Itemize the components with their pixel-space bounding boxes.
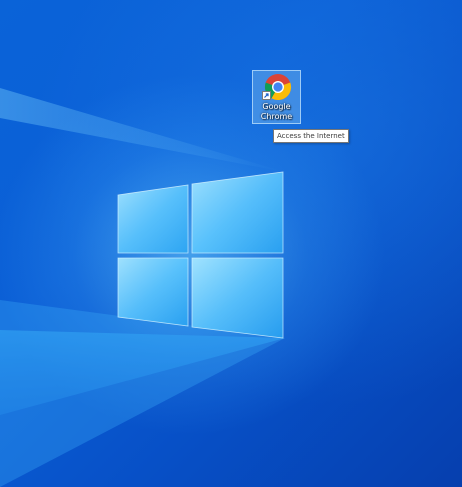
shortcut-arrow-icon — [262, 91, 271, 100]
logo-pane-top-right — [191, 171, 284, 254]
light-beam-upper — [0, 88, 285, 172]
tooltip: Access the Internet — [273, 129, 349, 143]
logo-pane-bottom-right — [191, 257, 284, 339]
logo-pane-bottom-left — [117, 257, 189, 327]
desktop-icon-label: Google Chrome — [260, 102, 293, 121]
logo-pane-top-left — [117, 184, 189, 254]
desktop-icon-google-chrome[interactable]: Google Chrome — [252, 70, 301, 124]
desktop[interactable]: Google Chrome Access the Internet — [0, 0, 462, 487]
windows-logo — [117, 171, 284, 339]
wallpaper — [0, 88, 285, 487]
